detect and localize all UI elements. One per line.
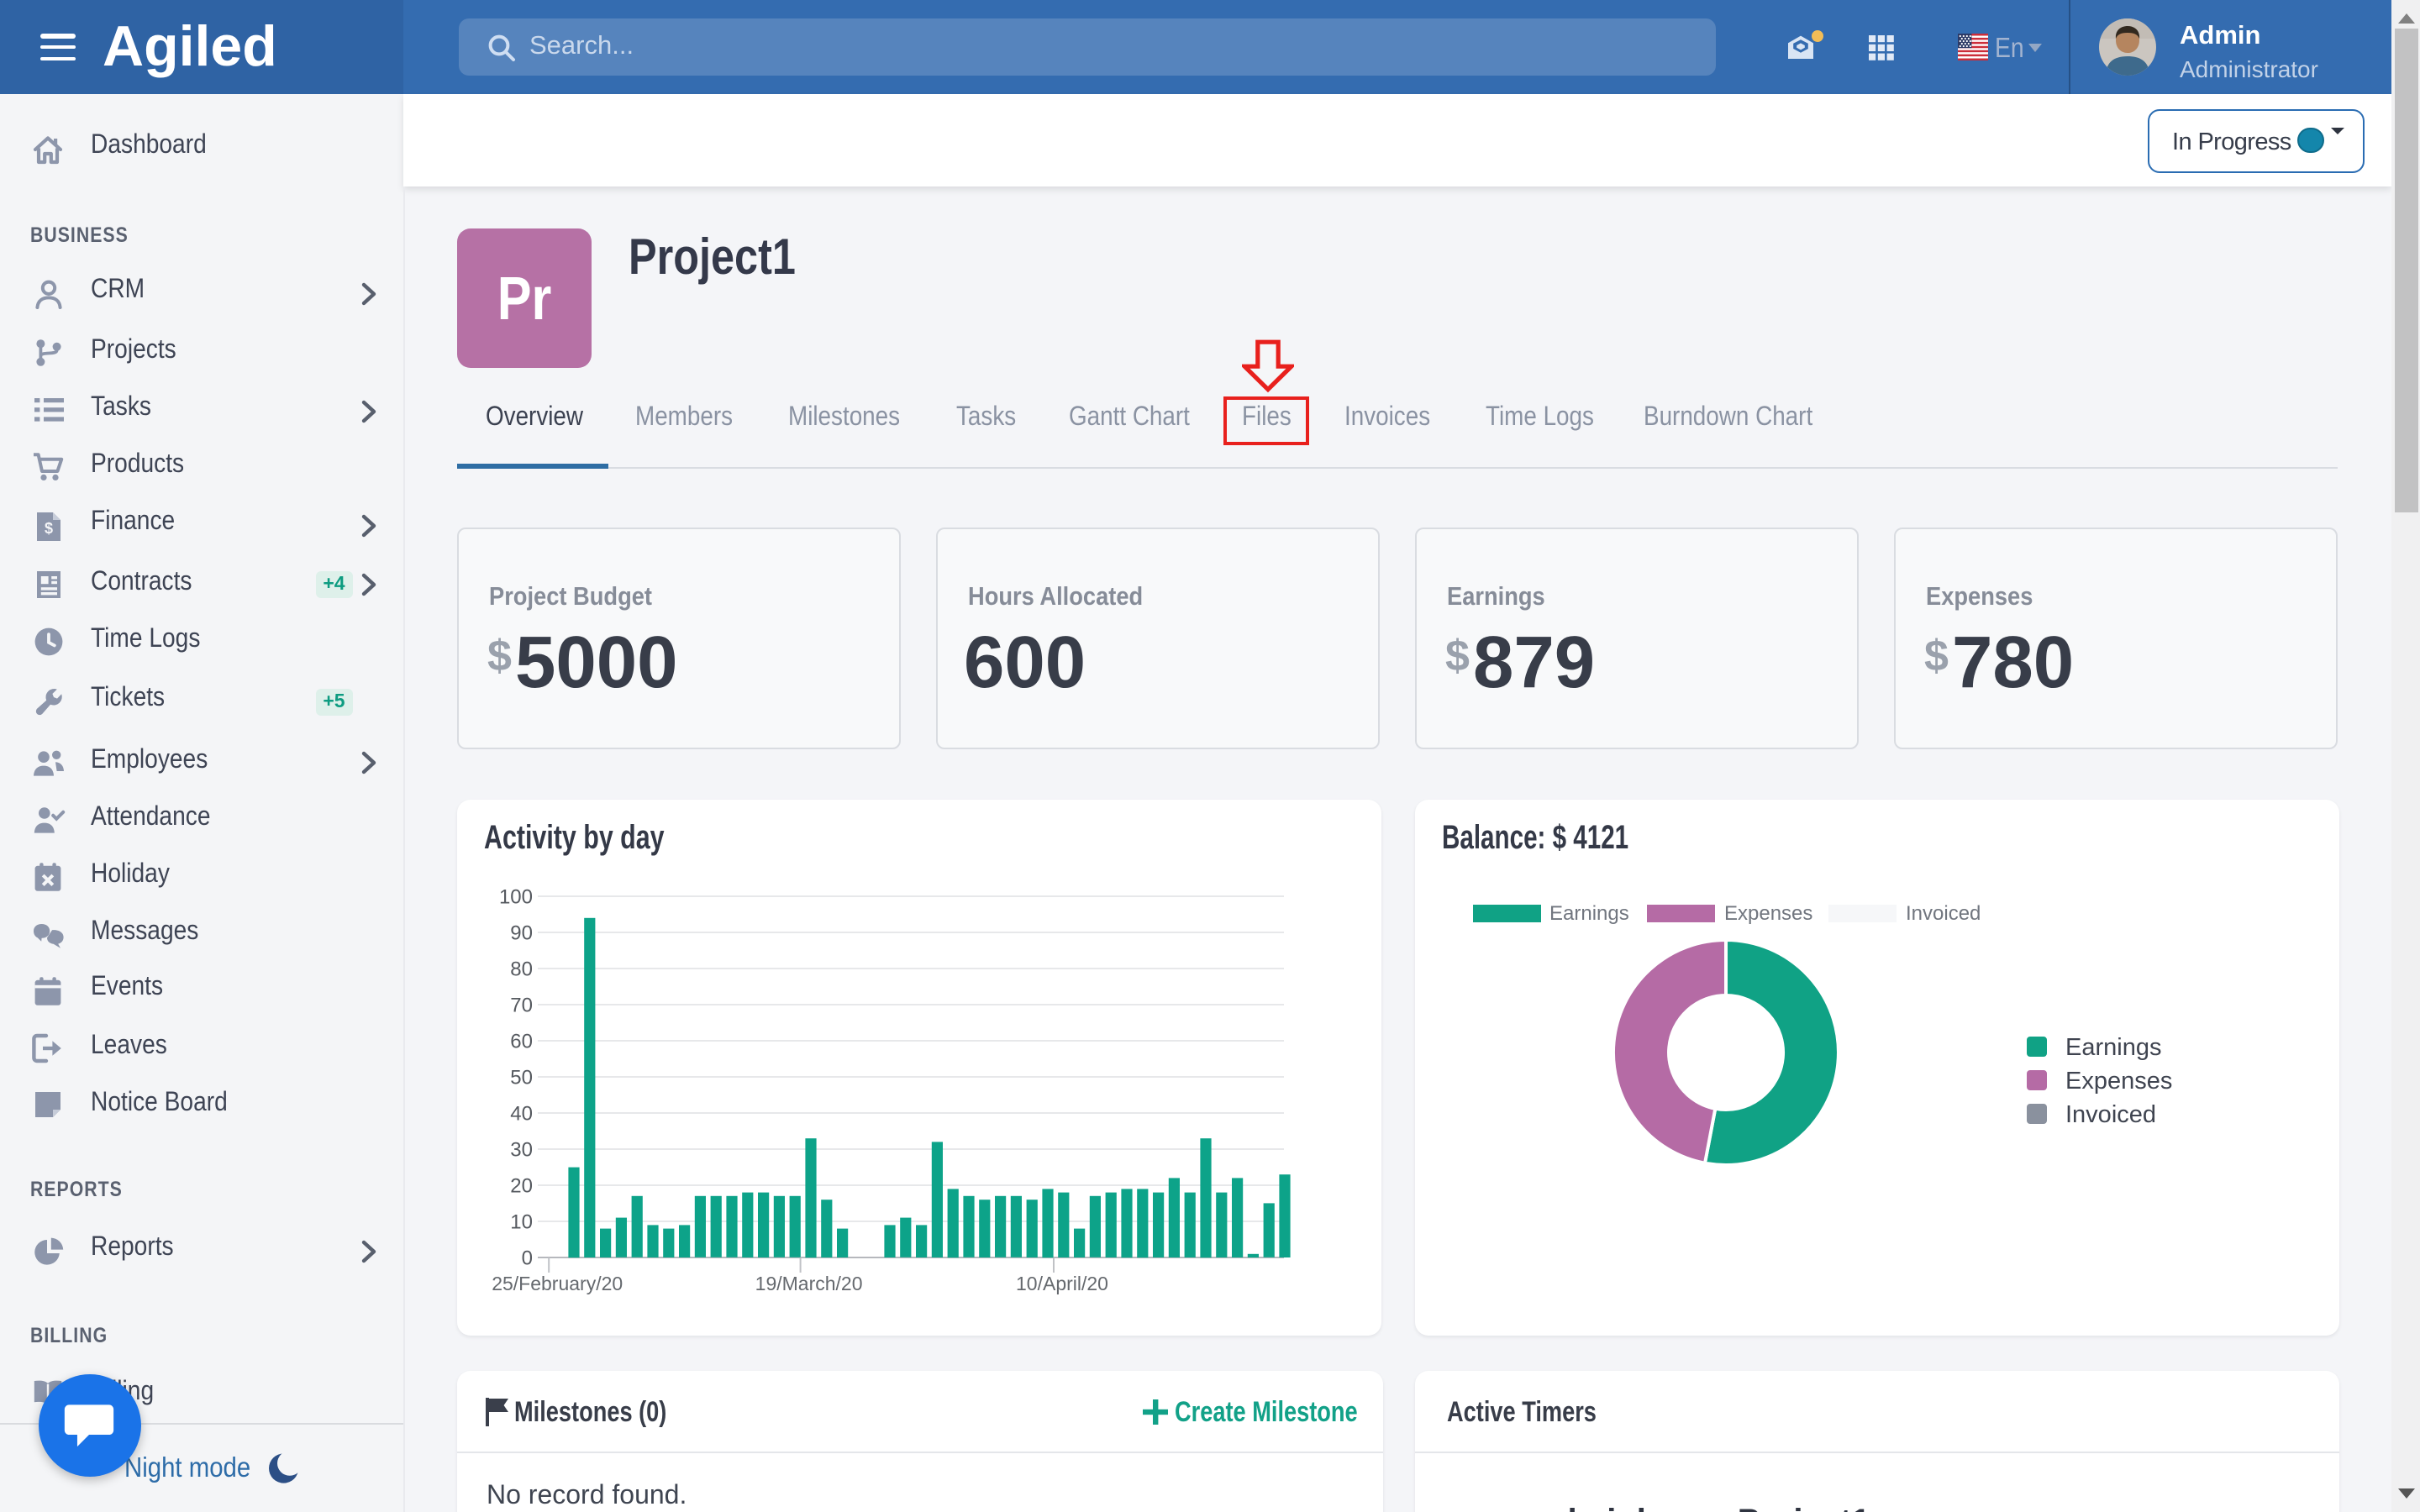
svg-text:20: 20 <box>510 1173 533 1196</box>
svg-text:10: 10 <box>510 1210 533 1232</box>
svg-text:30: 30 <box>510 1137 533 1160</box>
svg-text:25/February/20: 25/February/20 <box>492 1272 623 1294</box>
svg-text:50: 50 <box>510 1065 533 1088</box>
svg-text:90: 90 <box>510 921 533 943</box>
svg-text:Invoiced: Invoiced <box>1906 901 1981 924</box>
svg-text:80: 80 <box>510 957 533 979</box>
svg-text:0: 0 <box>522 1246 533 1268</box>
svg-text:10/April/20: 10/April/20 <box>1016 1272 1108 1294</box>
svg-text:100: 100 <box>499 885 533 907</box>
svg-text:40: 40 <box>510 1101 533 1124</box>
svg-text:70: 70 <box>510 993 533 1016</box>
svg-text:60: 60 <box>510 1029 533 1052</box>
svg-text:Earnings: Earnings <box>1549 901 1629 924</box>
svg-text:19/March/20: 19/March/20 <box>755 1272 863 1294</box>
svg-text:Expenses: Expenses <box>1724 901 1812 924</box>
svg-text:$: $ <box>44 519 52 536</box>
